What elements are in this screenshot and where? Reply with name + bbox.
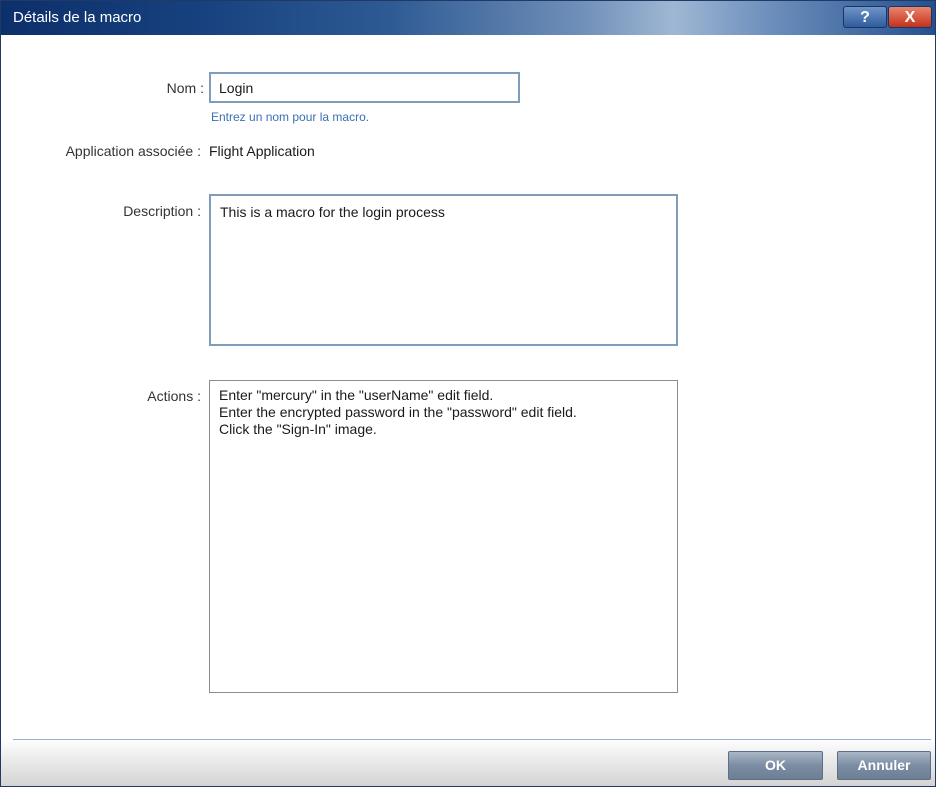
footer-divider xyxy=(13,739,931,740)
help-icon: ? xyxy=(860,9,870,26)
action-item: Click the "Sign-In" image. xyxy=(219,421,377,437)
macro-details-dialog: Détails de la macro ? X Nom : Entrez un … xyxy=(0,0,936,787)
action-item: Enter the encrypted password in the "pas… xyxy=(219,404,577,420)
dialog-footer: OK Annuler xyxy=(1,739,935,786)
actions-label: Actions : xyxy=(147,388,201,404)
help-button[interactable]: ? xyxy=(843,6,887,28)
action-item: Enter "mercury" in the "userName" edit f… xyxy=(219,387,494,403)
name-hint: Entrez un nom pour la macro. xyxy=(211,110,370,124)
close-button[interactable]: X xyxy=(888,6,932,28)
title-bar[interactable]: Détails de la macro ? X xyxy=(1,1,935,35)
name-label: Nom : xyxy=(166,80,204,96)
description-label: Description : xyxy=(123,203,201,219)
actions-list: Enter "mercury" in the "userName" edit f… xyxy=(209,380,678,693)
app-value: Flight Application xyxy=(209,143,315,159)
name-input[interactable] xyxy=(209,72,520,103)
app-label: Application associée : xyxy=(65,143,201,159)
close-icon: X xyxy=(904,9,916,26)
description-textarea[interactable]: This is a macro for the login process xyxy=(209,194,678,346)
cancel-button[interactable]: Annuler xyxy=(837,751,931,780)
dialog-title: Détails de la macro xyxy=(13,9,142,26)
ok-button[interactable]: OK xyxy=(728,751,823,780)
